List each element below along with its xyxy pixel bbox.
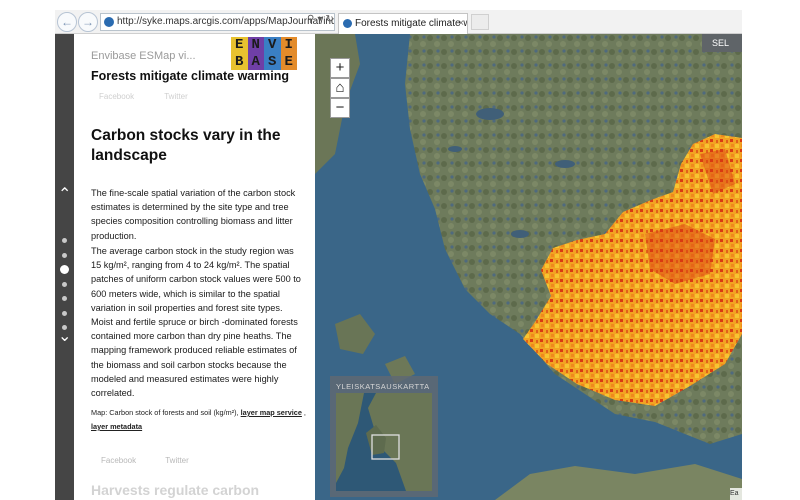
share-links: Facebook Twitter: [99, 92, 216, 101]
lake: [448, 146, 462, 152]
forward-arrow-icon: →: [82, 15, 94, 29]
section-dot[interactable]: [62, 238, 67, 243]
zoom-out-button[interactable]: −: [330, 98, 350, 118]
paragraph: The average carbon stock in the study re…: [91, 246, 301, 399]
overview-title: YLEISKATSAUSKARTTA: [336, 382, 430, 391]
section-dot[interactable]: [62, 281, 67, 287]
logo-letter: E: [280, 53, 297, 70]
map-attribution[interactable]: Ea: [730, 488, 742, 500]
back-arrow-icon: ←: [61, 15, 73, 29]
logo-letter: E: [231, 37, 248, 54]
tab-favicon-icon: [343, 19, 352, 28]
section-dot[interactable]: [62, 310, 67, 316]
browser-tab[interactable]: Forests mitigate climate wa... ×: [338, 13, 468, 34]
browser-window: ← → http://syke.maps.arcgis.com/apps/Map…: [55, 10, 742, 500]
home-button[interactable]: ⌂: [330, 78, 350, 98]
section-title: Carbon stocks vary in the landscape: [91, 127, 281, 164]
address-tools: ⚲▾↻: [307, 14, 337, 25]
envibase-logo: ENVI BASE: [231, 37, 297, 70]
refresh-icon[interactable]: ↻: [325, 14, 336, 25]
lake: [476, 108, 504, 120]
twitter-link[interactable]: Twitter: [165, 456, 189, 465]
section-dot[interactable]: [62, 252, 67, 258]
forward-button[interactable]: →: [78, 12, 98, 32]
browser-toolbar: ← → http://syke.maps.arcgis.com/apps/Map…: [55, 10, 742, 34]
share-twitter-link[interactable]: Twitter: [164, 92, 188, 101]
address-url: http://syke.maps.arcgis.com/apps/MapJour…: [117, 16, 335, 27]
zoom-in-button[interactable]: +: [330, 58, 350, 78]
home-icon: ⌂: [335, 79, 345, 96]
overview-map-panel[interactable]: YLEISKATSAUSKARTTA: [330, 376, 438, 497]
back-button[interactable]: ←: [57, 12, 77, 32]
overview-map[interactable]: [336, 393, 432, 491]
logo-letter: A: [247, 53, 264, 70]
side-panel: Envibase ESMap vi... ENVI BASE Forests mi…: [74, 34, 315, 500]
section-dot[interactable]: [60, 265, 69, 274]
tab-title: Forests mitigate climate wa...: [355, 18, 467, 29]
logo-letter: N: [247, 37, 264, 54]
search-icon[interactable]: ⚲: [307, 14, 317, 25]
close-tab-icon[interactable]: ×: [458, 14, 464, 33]
logo-letter: I: [280, 37, 297, 54]
caption-separator: ,: [301, 408, 306, 417]
map-top-button[interactable]: SEL: [702, 34, 742, 52]
section-nav-strip: ⌃ ⌄: [55, 34, 74, 500]
map-view[interactable]: + ⌂ − SEL YLEISKATSAUSKARTTA Ea: [315, 34, 742, 500]
facebook-link[interactable]: Facebook: [101, 456, 136, 465]
chevron-up-icon[interactable]: ⌃: [58, 187, 71, 203]
lake: [555, 160, 575, 168]
chevron-down-icon[interactable]: ⌄: [58, 329, 71, 345]
layer-metadata-link[interactable]: layer metadata: [91, 422, 142, 431]
logo-letter: S: [264, 53, 281, 70]
share-facebook-link[interactable]: Facebook: [99, 92, 134, 101]
logo-letter: B: [231, 53, 248, 70]
site-favicon-icon: [104, 17, 114, 27]
social-links: Facebook Twitter: [101, 456, 216, 465]
paragraph: The fine-scale spatial variation of the …: [91, 188, 296, 241]
lake: [511, 230, 529, 238]
journal-title: Forests mitigate climate warming: [91, 69, 289, 83]
overview-map-image: [336, 393, 432, 491]
new-tab-button[interactable]: [471, 14, 489, 30]
caption-text: Map: Carbon stock of forests and soil (k…: [91, 408, 241, 417]
layer-map-service-link[interactable]: layer map service: [241, 408, 302, 417]
brand-title[interactable]: Envibase ESMap vi...: [91, 50, 196, 62]
address-bar[interactable]: http://syke.maps.arcgis.com/apps/MapJour…: [100, 13, 335, 31]
logo-letter: V: [264, 37, 281, 54]
next-section-title: Harvests regulate carbon: [91, 482, 260, 498]
map-caption: Map: Carbon stock of forests and soil (k…: [91, 406, 306, 434]
section-dot[interactable]: [62, 296, 67, 301]
